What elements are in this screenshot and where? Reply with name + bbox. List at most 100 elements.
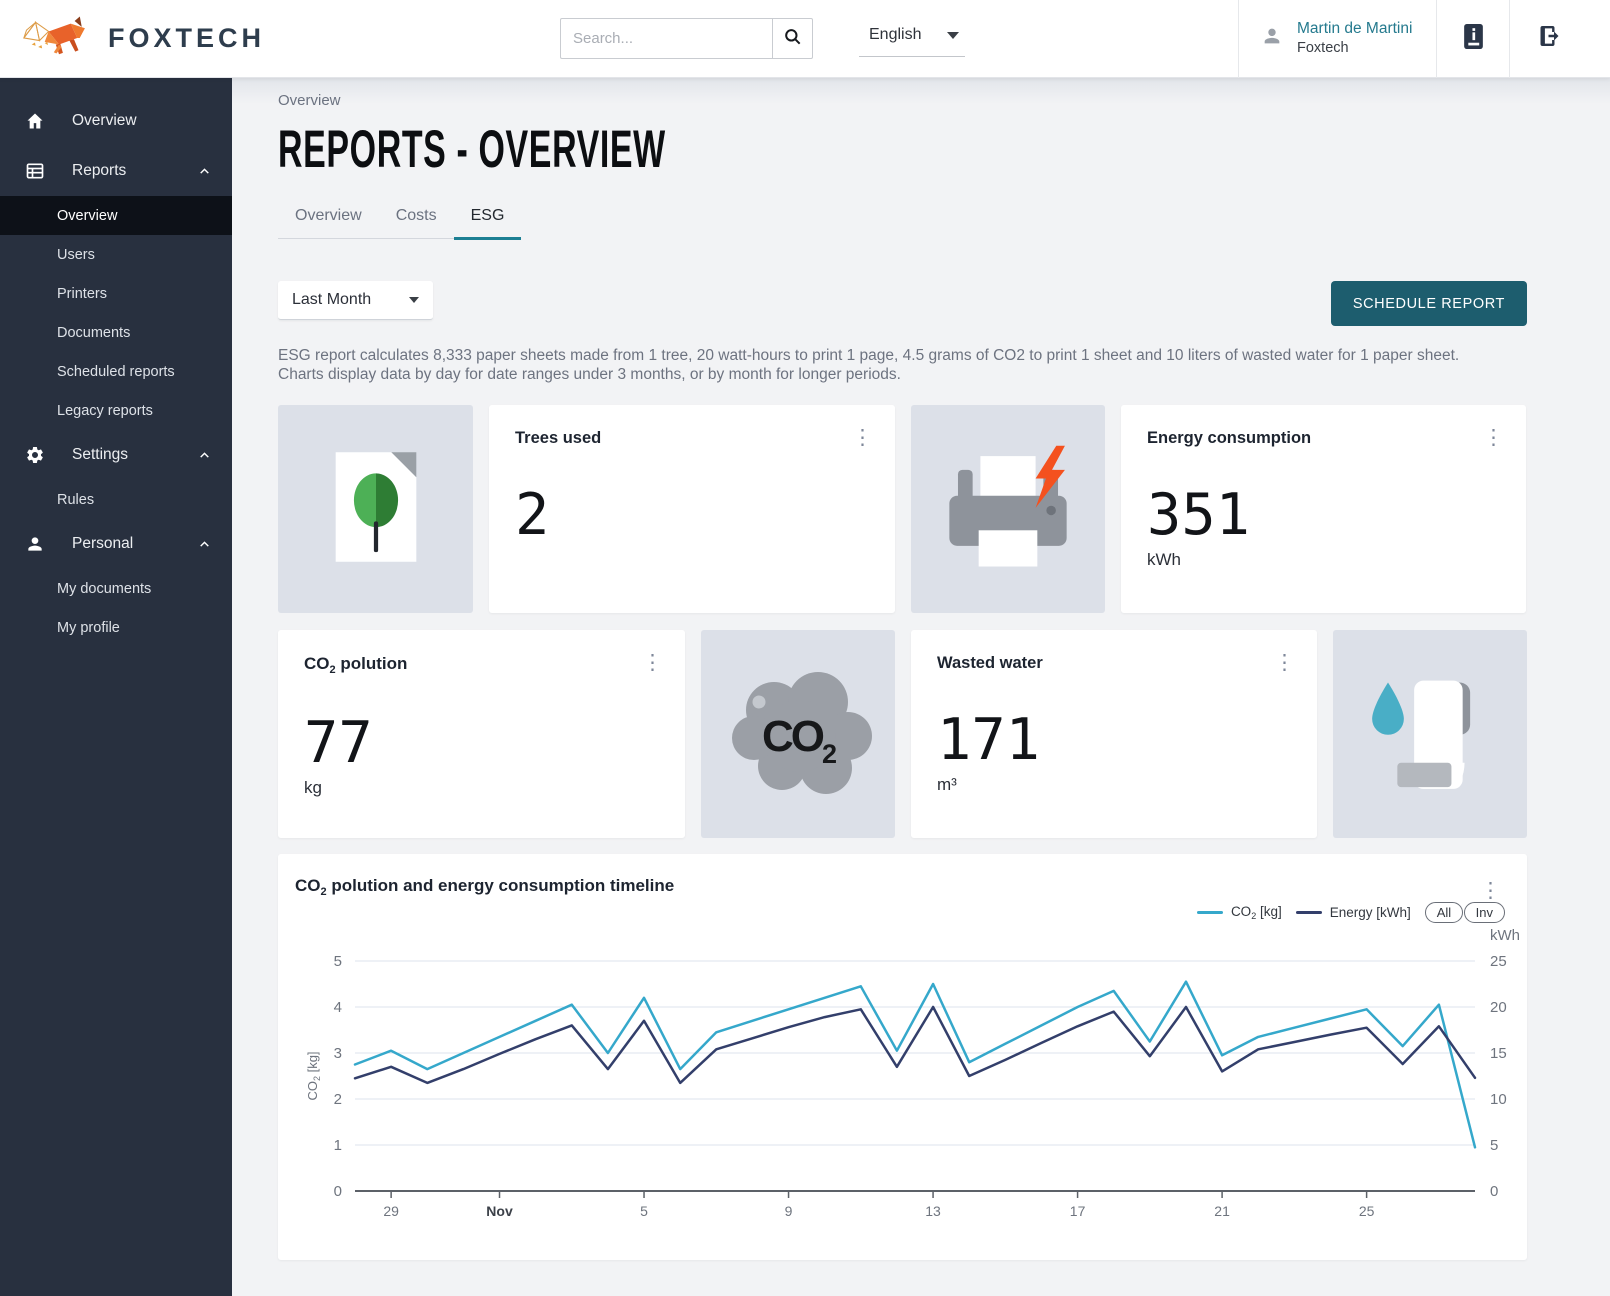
card-title: Wasted water (937, 654, 1297, 673)
svg-text:0: 0 (334, 1183, 342, 1200)
esg-description: ESG report calculates 8,333 paper sheets… (278, 346, 1506, 384)
svg-text:29: 29 (383, 1203, 399, 1219)
wasted-water-card: Wasted water ⋮ 171 m³ (911, 630, 1317, 838)
logout-button[interactable] (1510, 0, 1610, 78)
kebab-menu-icon[interactable]: ⋮ (1477, 427, 1510, 449)
chevron-up-icon (198, 449, 210, 461)
svg-text:17: 17 (1070, 1203, 1086, 1219)
svg-text:0: 0 (1490, 1183, 1498, 1200)
sidebar-item-settings[interactable]: Settings (0, 430, 232, 480)
sidebar-subitem-reports-overview[interactable]: Overview (0, 196, 232, 235)
sidebar-item-personal[interactable]: Personal (0, 519, 232, 569)
user-name: Martin de Martini (1297, 19, 1412, 39)
gear-icon (24, 445, 46, 465)
trees-illustration-card (278, 405, 473, 613)
svg-text:25: 25 (1490, 953, 1507, 970)
svg-text:CO2 [kg]: CO2 [kg] (305, 1051, 322, 1100)
svg-text:10: 10 (1490, 1091, 1507, 1108)
kebab-menu-icon[interactable]: ⋮ (636, 652, 669, 674)
page-title: REPORTS - OVERVIEW (278, 119, 1573, 171)
top-bar: FOXTECH English Martin de Martini Foxtec… (0, 0, 1610, 78)
manual-book-icon (1461, 23, 1486, 55)
printer-energy-icon (939, 442, 1077, 577)
svg-text:13: 13 (925, 1203, 941, 1219)
chart-legend: CO2 [kg] Energy [kWh] All Inv (295, 900, 1527, 924)
svg-text:2: 2 (334, 1091, 342, 1108)
energy-unit: kWh (1147, 550, 1506, 570)
language-label: English (869, 26, 921, 44)
timeline-chart-card: CO2 polution and energy consumption time… (278, 854, 1527, 1260)
search-icon (783, 27, 803, 50)
svg-text:kWh: kWh (1490, 928, 1520, 944)
trees-used-value: 2 (515, 482, 875, 548)
co2-illustration-card: CO2 (701, 630, 895, 838)
report-table-icon (24, 161, 46, 181)
kebab-menu-icon[interactable]: ⋮ (846, 427, 879, 449)
search-button[interactable] (772, 18, 813, 59)
legend-energy: Energy [kWh] (1296, 905, 1411, 920)
chevron-up-icon (198, 165, 210, 177)
svg-text:25: 25 (1359, 1203, 1375, 1219)
tab-costs[interactable]: Costs (379, 197, 454, 240)
timeline-chart: 0123450510152025kWh29Nov5913172125CO2 [k… (295, 928, 1525, 1246)
legend-swatch-energy (1296, 911, 1322, 914)
tab-esg[interactable]: ESG (454, 197, 522, 240)
user-menu[interactable]: Martin de Martini Foxtech (1239, 0, 1436, 78)
water-paper-icon (1360, 657, 1500, 812)
tab-overview[interactable]: Overview (278, 197, 379, 240)
trees-used-card: Trees used ⋮ 2 (489, 405, 895, 613)
sidebar-subitem-users[interactable]: Users (0, 235, 232, 274)
svg-text:Nov: Nov (486, 1203, 513, 1219)
water-unit: m³ (937, 775, 1297, 795)
svg-text:20: 20 (1490, 999, 1507, 1016)
energy-illustration-card (911, 405, 1105, 613)
card-title: CO2 polution (304, 654, 665, 676)
legend-co2: CO2 [kg] (1197, 904, 1282, 921)
sidebar-subitem-scheduled-reports[interactable]: Scheduled reports (0, 352, 232, 391)
sidebar: Overview Reports Overview Users Printers… (0, 78, 232, 1296)
co2-unit: kg (304, 778, 665, 798)
stat-cards: Trees used ⋮ 2 (278, 405, 1527, 838)
schedule-report-button[interactable]: SCHEDULE REPORT (1331, 281, 1527, 326)
svg-text:1: 1 (334, 1137, 342, 1154)
search-input[interactable] (560, 18, 772, 59)
svg-text:15: 15 (1490, 1045, 1507, 1062)
svg-text:5: 5 (640, 1203, 648, 1219)
energy-value: 351 (1147, 482, 1506, 548)
tab-bar: Overview Costs ESG (278, 197, 521, 239)
language-select[interactable]: English (859, 20, 965, 57)
sidebar-subitem-legacy-reports[interactable]: Legacy reports (0, 391, 232, 430)
kebab-menu-icon[interactable]: ⋮ (1268, 652, 1301, 674)
water-illustration-card (1333, 630, 1527, 838)
svg-text:5: 5 (334, 953, 342, 970)
svg-text:4: 4 (334, 999, 342, 1016)
chevron-down-icon (947, 32, 959, 39)
svg-text:5: 5 (1490, 1137, 1498, 1154)
sidebar-subitem-my-documents[interactable]: My documents (0, 569, 232, 608)
sidebar-item-overview[interactable]: Overview (0, 96, 232, 146)
period-select[interactable]: Last Month (278, 281, 433, 320)
card-title: Trees used (515, 429, 875, 448)
svg-text:21: 21 (1214, 1203, 1230, 1219)
main-content: Overview REPORTS - OVERVIEW Overview Cos… (232, 78, 1610, 1296)
chart-all-button[interactable]: All (1425, 902, 1463, 923)
person-icon (24, 534, 46, 554)
period-select-value: Last Month (292, 291, 371, 309)
sidebar-subitem-documents[interactable]: Documents (0, 313, 232, 352)
chevron-up-icon (198, 538, 210, 550)
fox-logo-icon (20, 10, 98, 67)
co2-polution-card: CO2 polution ⋮ 77 kg (278, 630, 685, 838)
svg-text:3: 3 (334, 1045, 342, 1062)
sidebar-subitem-rules[interactable]: Rules (0, 480, 232, 519)
chart-inv-button[interactable]: Inv (1464, 902, 1505, 923)
search-bar (560, 18, 813, 59)
sidebar-item-reports[interactable]: Reports (0, 146, 232, 196)
manual-button[interactable] (1437, 0, 1509, 78)
legend-swatch-co2 (1197, 911, 1223, 914)
sidebar-subitem-my-profile[interactable]: My profile (0, 608, 232, 647)
sidebar-subitem-printers[interactable]: Printers (0, 274, 232, 313)
co2-value: 77 (304, 710, 665, 776)
chevron-down-icon (409, 297, 419, 303)
brand-name: FOXTECH (108, 23, 265, 54)
kebab-menu-icon[interactable]: ⋮ (1474, 880, 1507, 902)
